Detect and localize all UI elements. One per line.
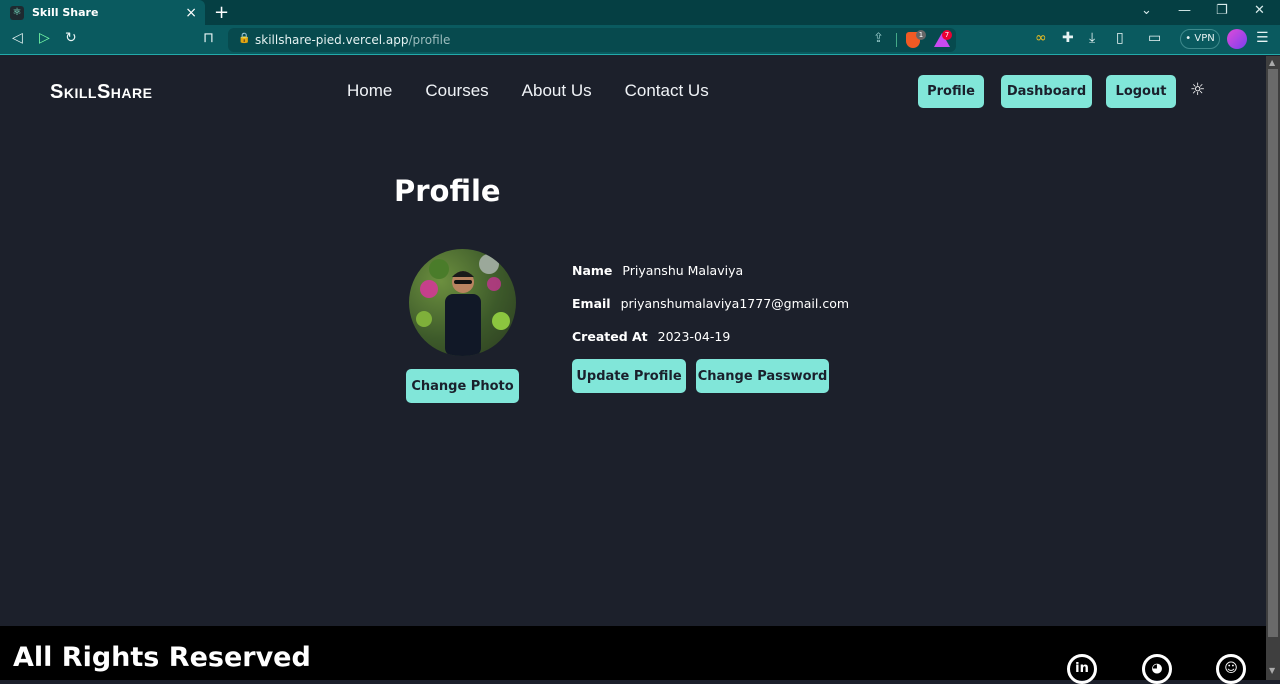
footer-text: All Rights Reserved <box>13 642 311 673</box>
scroll-down-arrow-icon[interactable]: ▼ <box>1269 666 1275 675</box>
change-photo-button[interactable]: Change Photo <box>406 369 519 403</box>
footer: All Rights Reserved in ◕ ☺ <box>0 626 1266 684</box>
back-icon[interactable]: ◁ <box>12 30 23 46</box>
restore-button[interactable]: ❐ <box>1216 3 1228 18</box>
page: SkillShare Home Courses About Us Contact… <box>0 56 1266 684</box>
nav-contact-us[interactable]: Contact Us <box>625 81 709 101</box>
lock-icon: 🔒 <box>238 33 251 44</box>
scroll-up-arrow-icon[interactable]: ▲ <box>1269 58 1275 67</box>
react-favicon-icon: ⚛ <box>10 5 24 20</box>
site-logo[interactable]: SkillShare <box>50 81 152 104</box>
new-tab-button[interactable]: + <box>214 2 229 23</box>
share-icon[interactable]: ⇪ <box>873 31 884 46</box>
url-host: skillshare-pied.vercel.app <box>255 33 409 47</box>
extensions-puzzle-icon[interactable]: ✚ <box>1062 30 1074 46</box>
tab-title: Skill Share <box>32 6 99 19</box>
browser-profile-avatar[interactable] <box>1227 29 1247 49</box>
shields-badge: 1 <box>916 30 926 40</box>
created-at-row: Created At 2023-04-19 <box>572 329 730 344</box>
tab-search-chevron-icon[interactable]: ⌄ <box>1141 3 1152 18</box>
minimize-button[interactable]: — <box>1178 3 1191 18</box>
theme-toggle-sun-icon[interactable]: ☼ <box>1190 80 1205 100</box>
sidebar-icon[interactable]: ▯ <box>1116 30 1124 46</box>
url-text[interactable]: skillshare-pied.vercel.app/profile <box>255 33 450 47</box>
address-bar[interactable]: 🔒 skillshare-pied.vercel.app/profile ⇪ 1… <box>228 28 956 52</box>
rewards-badge: 7 <box>942 30 952 40</box>
menu-icon[interactable]: ☰ <box>1256 30 1269 46</box>
tab-close-icon[interactable]: × <box>185 5 197 21</box>
profile-avatar <box>409 249 516 356</box>
logout-button[interactable]: Logout <box>1106 75 1176 108</box>
infinity-extension-icon[interactable]: ∞ <box>1035 30 1047 46</box>
page-title: Profile <box>394 174 501 208</box>
wallet-icon[interactable]: ▭ <box>1148 30 1161 46</box>
dashboard-button[interactable]: Dashboard <box>1001 75 1092 108</box>
email-row: Email priyanshumalaviya1777@gmail.com <box>572 296 849 311</box>
browser-tabstrip: ⚛ Skill Share × + ⌄ — ❐ ✕ <box>0 0 1280 25</box>
reload-icon[interactable]: ↻ <box>65 30 77 46</box>
name-label: Name <box>572 263 613 278</box>
page-scrollbar[interactable]: ▲ ▼ <box>1266 56 1280 680</box>
bookmark-icon[interactable]: ⊓ <box>203 30 214 46</box>
update-profile-button[interactable]: Update Profile <box>572 359 686 393</box>
nav-about-us[interactable]: About Us <box>522 81 592 101</box>
main-nav: Home Courses About Us Contact Us <box>347 81 709 101</box>
url-path: /profile <box>408 33 451 47</box>
download-icon[interactable]: ⤓ <box>1089 30 1095 46</box>
browser-toolbar: ◁ ▷ ↻ ⊓ 🔒 skillshare-pied.vercel.app/pro… <box>0 25 1280 55</box>
profile-button[interactable]: Profile <box>918 75 984 108</box>
created-at-label: Created At <box>572 329 648 344</box>
created-at-value: 2023-04-19 <box>657 329 731 344</box>
vpn-button[interactable]: • VPN <box>1180 29 1220 49</box>
close-window-button[interactable]: ✕ <box>1254 3 1265 18</box>
divider <box>896 33 897 47</box>
profile-photo-illustration <box>416 254 510 356</box>
change-password-button[interactable]: Change Password <box>696 359 829 393</box>
email-value: priyanshumalaviya1777@gmail.com <box>620 296 850 311</box>
browser-tab[interactable]: ⚛ Skill Share × <box>0 0 205 25</box>
name-value: Priyanshu Malaviya <box>622 263 744 278</box>
nav-home[interactable]: Home <box>347 81 392 101</box>
nav-courses[interactable]: Courses <box>425 81 488 101</box>
scrollbar-thumb[interactable] <box>1268 69 1278 637</box>
forward-icon[interactable]: ▷ <box>39 30 50 46</box>
name-row: Name Priyanshu Malaviya <box>572 263 743 278</box>
email-label: Email <box>572 296 611 311</box>
